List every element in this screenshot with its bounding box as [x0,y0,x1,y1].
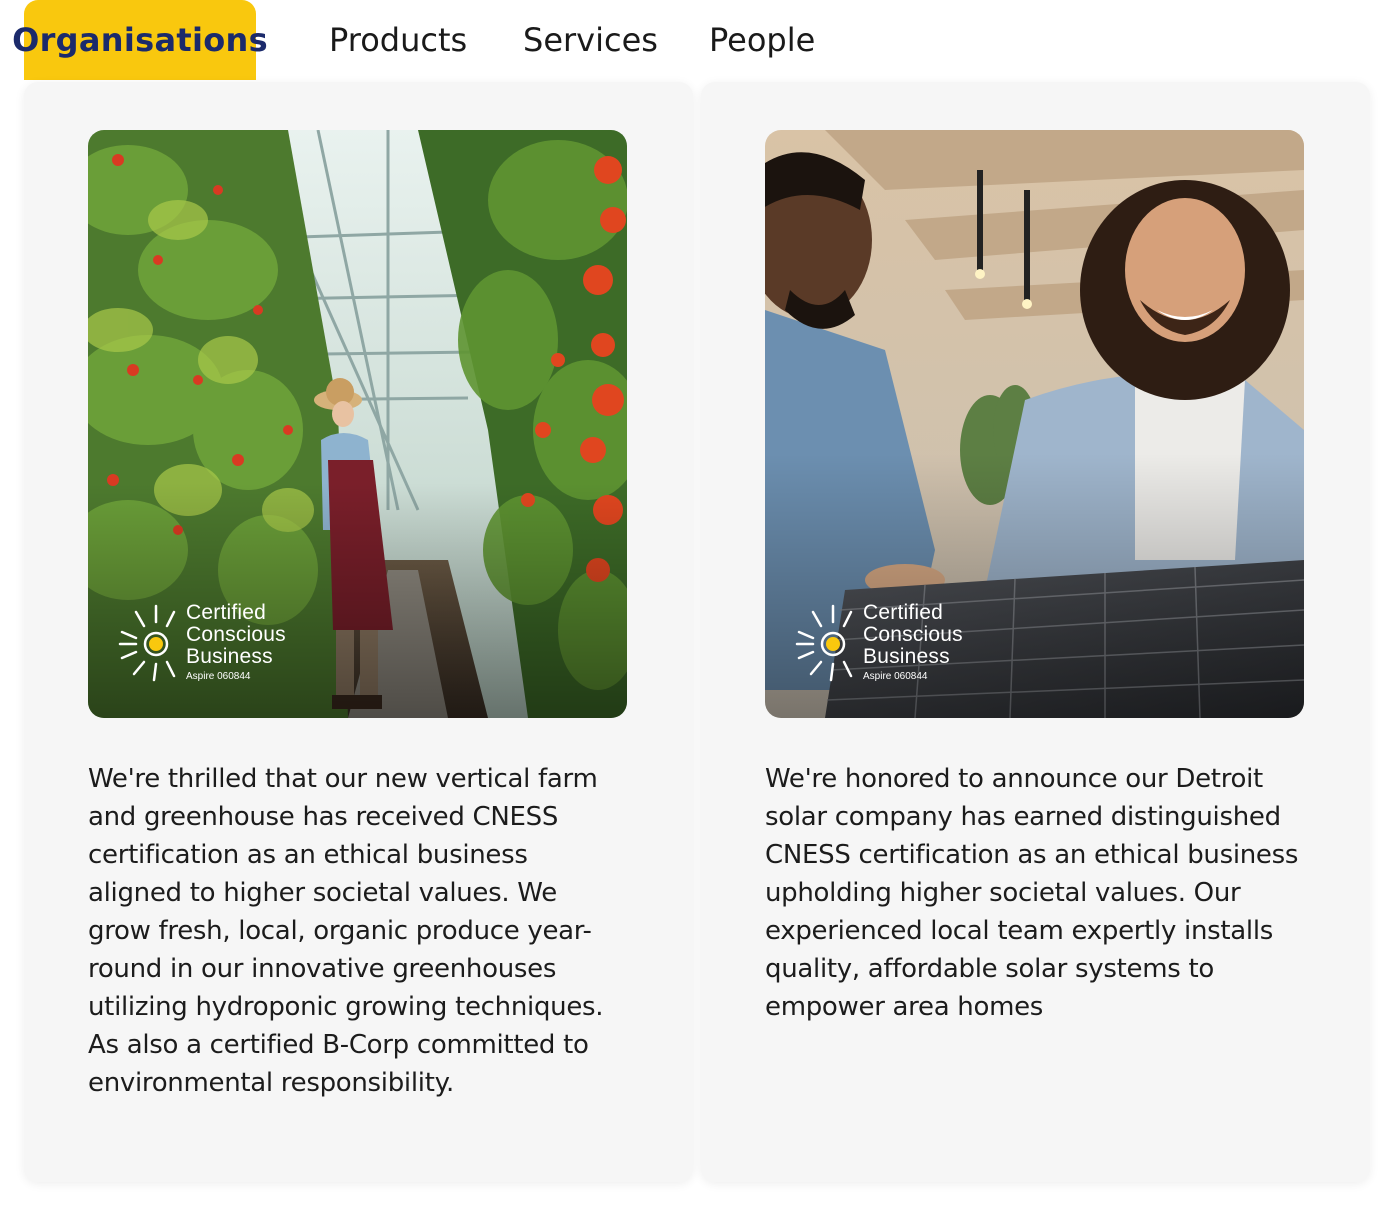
card-description: We're thrilled that our new vertical far… [88,764,604,1098]
category-tabs: Organisations Products Services People [12,0,815,80]
badge-line-3: Business [863,645,950,668]
tab-people[interactable]: People [709,0,815,80]
cness-certification-badge: Certified Conscious Business Aspire 0608… [795,602,963,684]
greenhouse-photo: Certified Conscious Business Aspire 0608… [88,130,627,718]
organisation-card-solar[interactable]: Certified Conscious Business Aspire 0608… [701,82,1370,1182]
organisation-card-greenhouse[interactable]: Certified Conscious Business Aspire 0608… [24,82,693,1182]
card-description: We're honored to announce our Detroit so… [765,764,1299,1022]
tab-organisations[interactable]: Organisations [12,0,268,80]
solar-team-photo: Certified Conscious Business Aspire 0608… [765,130,1304,718]
badge-line-1: Certified [186,601,266,624]
badge-line-1: Certified [863,601,943,624]
badge-id: Aspire 060844 [863,671,928,682]
cness-certification-badge: Certified Conscious Business Aspire 0608… [118,602,286,684]
badge-text: Certified Conscious Business Aspire 0608… [863,602,963,684]
badge-line-3: Business [186,645,273,668]
badge-text: Certified Conscious Business Aspire 0608… [186,602,286,684]
sun-icon [118,604,176,682]
badge-line-2: Conscious [863,623,963,646]
sun-icon [795,604,853,682]
tab-services[interactable]: Services [523,0,658,80]
badge-line-2: Conscious [186,623,286,646]
tab-products[interactable]: Products [329,0,467,80]
badge-id: Aspire 060844 [186,671,251,682]
